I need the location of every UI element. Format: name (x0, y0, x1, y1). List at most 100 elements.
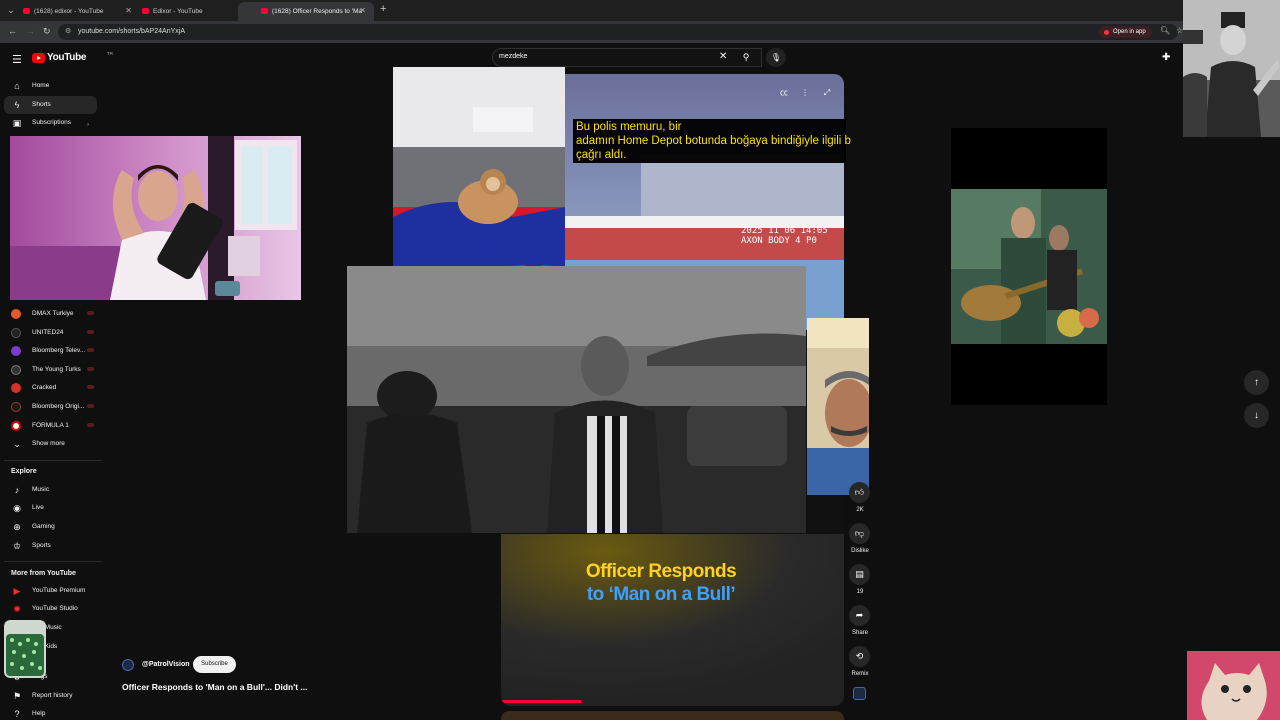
sidebar-item-home[interactable]: ⌂ Home (4, 77, 97, 95)
youtube-favicon-icon (23, 8, 30, 14)
sidebar-item-youtube-premium[interactable]: ▶ YouTube Premium (4, 582, 97, 600)
shorts-icon: ϟ (14, 100, 20, 110)
sound-avatar[interactable] (853, 687, 866, 700)
gaming-icon: ⊕ (13, 522, 21, 532)
sidebar-item-sports[interactable]: ♔ Sports (4, 537, 97, 555)
live-indicator-icon (87, 311, 94, 315)
bodycam-timestamp: 2025 11 06 14:05 AXON BODY 4 P0 (741, 226, 828, 246)
next-short-button[interactable]: ↓ (1244, 403, 1269, 428)
live-icon: ◉ (13, 503, 21, 513)
sidebar-item-channel[interactable]: Bloomberg Telev... (4, 342, 97, 360)
sidebar-item-label: Live (32, 504, 44, 511)
flag-icon: ⚑ (12, 691, 22, 701)
browser-tab-strip: ⌄ (1628) edixor - YouTube ✕ Edixor - You… (0, 0, 1280, 21)
youtube-favicon-icon (261, 8, 268, 14)
sidebar-item-label: Cracked (32, 384, 57, 391)
search-button[interactable]: ⚲ (735, 48, 757, 67)
remix-label: Remix (851, 671, 869, 677)
channel-avatar (11, 402, 21, 412)
bodycam-stamp-line: 2025 11 06 14:05 (741, 226, 828, 236)
back-icon[interactable]: ← (8, 26, 17, 36)
sidebar-item-label: Sports (32, 542, 51, 549)
sports-icon: ♔ (12, 541, 22, 551)
chevron-right-icon[interactable]: › (87, 122, 89, 128)
close-tab-icon[interactable]: ✕ (359, 6, 366, 15)
zoom-icon[interactable]: 🔍︎ (1160, 26, 1170, 35)
sidebar-item-music[interactable]: ♪ Music (4, 481, 97, 499)
logo-wordmark: YouTube (47, 52, 87, 63)
reload-icon[interactable]: ↻ (43, 26, 51, 37)
create-icon[interactable]: ✚ (1162, 52, 1170, 63)
captions-icon[interactable]: ㏄ (777, 86, 791, 100)
sidebar-item-label: Shorts (32, 101, 51, 108)
sidebar-item-channel[interactable]: The Young Turks (4, 361, 97, 379)
streamer-webcam-overlay (10, 136, 301, 300)
youtube-logo[interactable]: YouTube TR (32, 51, 113, 66)
fullscreen-icon[interactable]: ⤢ (820, 86, 834, 100)
sidebar-item-youtube-studio[interactable]: ✺ YouTube Studio (4, 600, 97, 618)
youtube-premium-icon: ▶ (13, 586, 21, 596)
sidebar-item-label: Show more (32, 440, 65, 447)
sidebar-item-subscriptions[interactable]: ▣ Subscriptions (4, 114, 97, 132)
browser-tab-3[interactable]: (1628) Officer Responds to 'Ma ✕ (238, 2, 374, 21)
voice-search-button[interactable]: 🎙︎ (766, 48, 786, 67)
sidebar-item-label: UNITED24 (32, 329, 64, 336)
sidebar-item-label: Subscriptions (32, 119, 72, 126)
sidebar-item-label: Bloomberg Telev... (32, 347, 86, 354)
cat-photo-overlay (1187, 651, 1280, 720)
sidebar-item-channel[interactable]: Bloomberg Origi... (4, 398, 97, 416)
webcam-image (10, 136, 301, 300)
address-bar[interactable]: ⚙ youtube.com/shorts/bAP24AnYxjA (58, 24, 1178, 40)
clear-search-icon[interactable]: ✕ (719, 51, 727, 62)
caption-line: çağrı aldı. (576, 149, 627, 161)
sidebar-item-channel[interactable]: DMAX Turkiye (4, 305, 97, 323)
tab-title: Edixor - YouTube (153, 8, 203, 15)
next-short-preview[interactable] (501, 711, 844, 720)
sidebar-item-channel[interactable]: UNITED24 (4, 324, 97, 342)
guide-menu-icon[interactable]: ☰ (12, 53, 22, 66)
url-text: youtube.com/shorts/bAP24AnYxjA (78, 28, 186, 35)
live-indicator-icon (87, 367, 94, 371)
sidebar-item-label: DMAX Turkiye (32, 310, 74, 317)
forward-icon[interactable]: → (26, 26, 35, 36)
browser-toolbar: ← → ↻ ⚙ youtube.com/shorts/bAP24AnYxjA O… (0, 21, 1280, 43)
comments-button[interactable]: ▤ (849, 564, 870, 585)
sidebar-item-help[interactable]: ? Help (4, 705, 97, 720)
tab-title: (1628) Officer Responds to 'Ma (272, 8, 362, 15)
live-indicator-icon (87, 348, 94, 352)
like-button[interactable]: 👍︎ (849, 482, 870, 503)
search-icon: ⚲ (742, 52, 750, 62)
dislike-button[interactable]: 👎︎ (849, 523, 870, 544)
live-indicator-icon (87, 404, 94, 408)
like-icon: 👍︎ (854, 487, 865, 497)
sidebar-item-channel[interactable]: Cracked (4, 379, 97, 397)
caption-line: adamın Home Depot botunda boğaya bindiği… (576, 135, 851, 147)
youtube-favicon-icon (142, 8, 149, 14)
youtube-play-icon (32, 53, 45, 63)
sidebar-item-live[interactable]: ◉ Live (4, 499, 97, 517)
sidebar-item-label: The Young Turks (32, 366, 81, 373)
subscribe-label: Subscribe (201, 661, 228, 667)
sidebar-item-label: Help (32, 710, 46, 717)
dislike-icon: 👎︎ (854, 528, 865, 538)
bodycam-stamp-line: AXON BODY 4 P0 (741, 236, 817, 246)
sidebar-item-report-history[interactable]: ⚑ Report history (4, 687, 97, 705)
remix-button[interactable]: ⟲ (849, 646, 870, 667)
chevron-down-icon: ⌄ (13, 439, 21, 449)
share-button[interactable]: ➦ (849, 605, 870, 626)
show-more-button[interactable]: ⌄ Show more (4, 435, 97, 453)
open-in-app-button[interactable]: Open in app (1099, 26, 1152, 38)
saz-player-image (951, 128, 1107, 405)
sidebar-item-shorts[interactable]: ϟ Shorts (4, 96, 97, 114)
previous-short-button[interactable]: ↑ (1244, 370, 1269, 395)
sidebar-divider (4, 561, 102, 562)
subscribe-button[interactable]: Subscribe (193, 656, 236, 673)
more-options-icon[interactable]: ⋮ (798, 86, 812, 100)
sidebar-item-gaming[interactable]: ⊕ Gaming (4, 518, 97, 536)
sidebar-item-channel[interactable]: FORMULA 1 (4, 417, 97, 435)
title-card-line-2: to ‘Man on a Bull’ (586, 584, 736, 605)
title-card-line-1: Officer Responds (585, 561, 737, 582)
site-info-icon[interactable]: ⚙ (65, 27, 71, 35)
new-tab-button[interactable]: + (380, 3, 386, 15)
short-title[interactable]: Officer Responds to 'Man on a Bull'... D… (122, 682, 308, 692)
